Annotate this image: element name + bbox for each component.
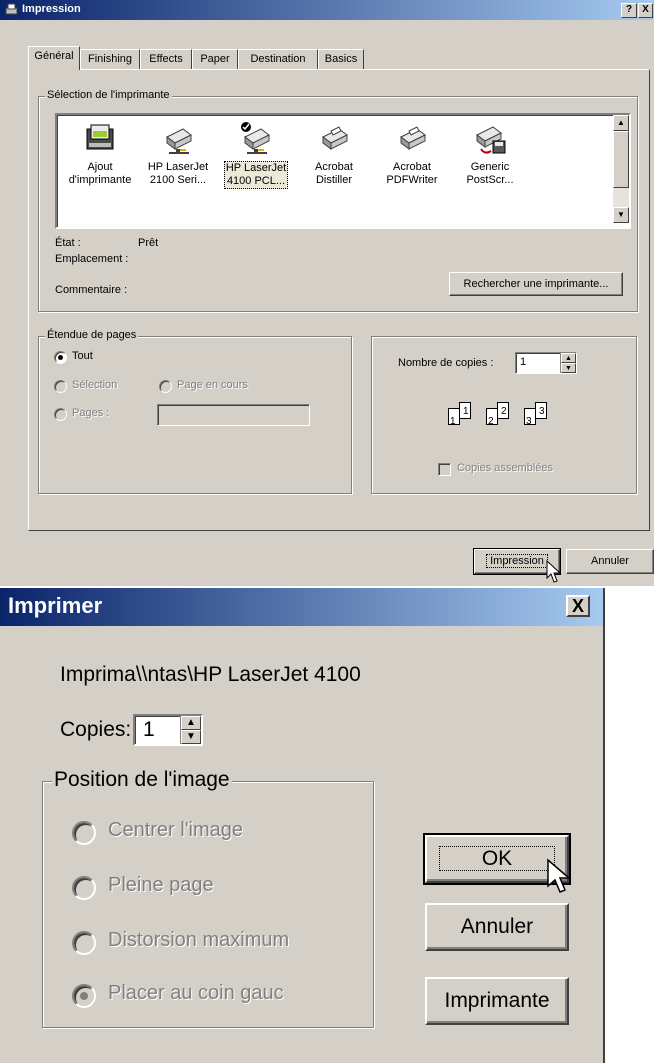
range-selection-label[interactable]: Sélection	[72, 379, 117, 391]
printer-item-hp4100[interactable]: HP LaserJet 4100 PCL...	[221, 121, 291, 189]
printer-label: HP LaserJet 4100 PCL...	[223, 161, 289, 189]
copies-spinner[interactable]: ▲ ▼	[560, 353, 576, 373]
file-printer-icon	[473, 121, 507, 155]
cancel-button[interactable]: Annuler	[425, 903, 569, 951]
printer-item-generic-postscript[interactable]: Generic PostScr...	[455, 121, 525, 187]
print-dialog-image: Imprimer X Imprima\\ntas\HP LaserJet 410…	[0, 588, 605, 1063]
copies-value: 1	[143, 718, 155, 741]
full-page-radio[interactable]	[72, 876, 96, 900]
printer-item-add[interactable]: Ajout d'imprimante	[65, 121, 135, 187]
range-selection-radio[interactable]	[54, 380, 67, 393]
status-label: État :	[55, 237, 81, 249]
find-printer-button[interactable]: Rechercher une imprimante...	[449, 272, 623, 296]
cancel-button[interactable]: Annuler	[566, 549, 654, 574]
mouse-cursor-icon	[546, 559, 562, 587]
collate-preview-icon: 1 1 2 2 3 3	[448, 398, 558, 430]
scroll-thumb[interactable]	[613, 131, 629, 188]
center-image-label[interactable]: Centrer l'image	[108, 819, 243, 842]
printer-label: Ajout d'imprimante	[68, 161, 132, 186]
tab-finishing[interactable]: Finishing	[80, 49, 140, 69]
status-value: Prêt	[138, 237, 159, 249]
scroll-down-arrow-icon[interactable]: ▼	[613, 207, 629, 223]
max-distortion-label[interactable]: Distorsion maximum	[108, 929, 289, 952]
printer-label: Generic PostScr...	[466, 161, 514, 186]
printer-label: Acrobat Distiller	[315, 161, 353, 186]
pages-input[interactable]	[157, 404, 310, 426]
printer-path: Imprima\\ntas\HP LaserJet 4100	[60, 663, 361, 686]
page-range-label: Étendue de pages	[45, 329, 139, 341]
help-button[interactable]: ?	[621, 3, 637, 18]
tab-paper[interactable]: Paper	[192, 49, 238, 69]
range-pages-label[interactable]: Pages :	[72, 407, 109, 419]
printer-icon	[317, 121, 351, 155]
copies-input[interactable]: 1 ▲ ▼	[515, 352, 577, 374]
add-printer-icon	[83, 121, 117, 155]
printer-label: HP LaserJet 2100 Seri...	[147, 161, 209, 186]
printer-item-acrobat-pdfwriter[interactable]: Acrobat PDFWriter	[377, 121, 447, 187]
printer-item-acrobat-distiller[interactable]: Acrobat Distiller	[299, 121, 369, 187]
copies-label: Copies:	[60, 718, 132, 741]
spin-up-icon[interactable]: ▲	[181, 716, 201, 730]
full-page-label[interactable]: Pleine page	[108, 874, 214, 897]
range-current-label[interactable]: Page en cours	[177, 379, 248, 391]
printer-button[interactable]: Imprimante	[425, 977, 569, 1025]
print-dialog-general: Impression ? X Général Finishing Effects…	[0, 0, 654, 586]
max-distortion-radio[interactable]	[72, 931, 96, 955]
location-label: Emplacement :	[55, 253, 129, 265]
spin-up-icon[interactable]: ▲	[561, 353, 576, 363]
printer-icon	[395, 121, 429, 155]
network-printer-icon	[161, 121, 195, 155]
collate-label[interactable]: Copies assemblées	[457, 462, 553, 474]
spin-down-icon[interactable]: ▼	[181, 730, 201, 744]
top-left-corner-radio[interactable]	[72, 984, 96, 1008]
print-button-label: Impression	[486, 554, 548, 568]
tab-basics[interactable]: Basics	[318, 49, 364, 69]
title-bar: Impression ? X	[0, 0, 654, 20]
range-current-radio[interactable]	[159, 380, 172, 393]
range-pages-radio[interactable]	[54, 408, 67, 421]
close-button[interactable]: X	[566, 595, 590, 617]
ok-button-label: OK	[438, 846, 556, 871]
copies-spinner[interactable]: ▲ ▼	[180, 716, 201, 744]
printer-list-scrollbar[interactable]: ▲ ▼	[613, 115, 629, 223]
title-bar: Imprimer X	[0, 588, 603, 626]
printer-label: Acrobat PDFWriter	[386, 161, 438, 186]
comment-label: Commentaire :	[55, 284, 128, 296]
copies-value: 1	[520, 356, 527, 368]
tab-destination[interactable]: Destination	[238, 49, 318, 69]
center-image-radio[interactable]	[72, 821, 96, 845]
copies-input[interactable]: 1 ▲ ▼	[133, 714, 203, 746]
printer-item-hp2100[interactable]: HP LaserJet 2100 Seri...	[143, 121, 213, 187]
printer-list[interactable]: Ajout d'imprimante HP LaserJet 2100 Seri..…	[55, 113, 631, 229]
image-position-label: Position de l'image	[52, 768, 232, 792]
top-left-corner-label[interactable]: Placer au coin gauc	[108, 982, 284, 1005]
copies-label: Nombre de copies :	[398, 357, 494, 369]
tab-general[interactable]: Général	[28, 46, 80, 70]
window-title: Impression	[22, 3, 81, 15]
range-all-label[interactable]: Tout	[72, 350, 93, 362]
printer-selection-label: Sélection de l'imprimante	[45, 89, 172, 101]
default-network-printer-icon	[239, 121, 273, 155]
printer-app-icon	[4, 3, 18, 16]
mouse-cursor-icon	[546, 858, 572, 899]
collate-checkbox[interactable]	[438, 463, 451, 476]
spin-down-icon[interactable]: ▼	[561, 363, 576, 373]
close-button[interactable]: X	[638, 3, 653, 18]
window-title: Imprimer	[8, 593, 103, 618]
range-all-radio[interactable]	[54, 351, 67, 364]
tab-effects[interactable]: Effects	[140, 49, 192, 69]
scroll-up-arrow-icon[interactable]: ▲	[613, 115, 629, 131]
